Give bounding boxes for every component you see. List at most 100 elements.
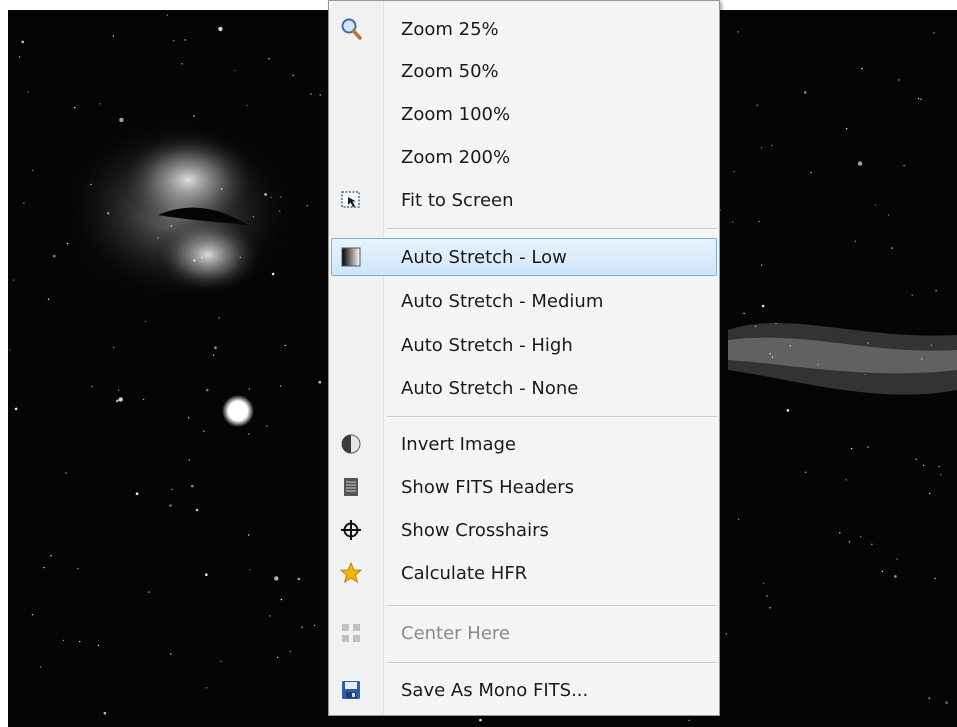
star-point bbox=[917, 97, 920, 100]
star-point bbox=[248, 433, 250, 435]
menu-item-label: Zoom 100% bbox=[401, 104, 511, 125]
menu-item-zoom-25[interactable]: Zoom 25% bbox=[331, 10, 717, 48]
star-point bbox=[79, 640, 81, 643]
star-point bbox=[65, 472, 67, 474]
star-point bbox=[12, 279, 15, 281]
menu-item-label: Auto Stretch - Medium bbox=[401, 291, 604, 312]
menu-item-auto-stretch-low[interactable]: Auto Stretch - Low bbox=[331, 238, 717, 276]
magnifier-icon bbox=[340, 18, 362, 40]
star-point bbox=[239, 256, 241, 258]
menu-item-label: Auto Stretch - High bbox=[401, 335, 573, 356]
star-point bbox=[771, 356, 774, 358]
star-point bbox=[14, 407, 18, 411]
star-point bbox=[23, 202, 25, 204]
star-point bbox=[53, 254, 56, 258]
star-point bbox=[181, 63, 183, 65]
star-point bbox=[881, 570, 883, 573]
star-point bbox=[264, 193, 267, 196]
star-point bbox=[249, 569, 251, 571]
star-point bbox=[915, 458, 917, 460]
menu-item-auto-stretch-medium[interactable]: Auto Stretch - Medium bbox=[331, 282, 717, 320]
star-point bbox=[945, 701, 948, 704]
star-point bbox=[921, 358, 923, 360]
star-point bbox=[938, 465, 940, 468]
star-point bbox=[103, 711, 107, 715]
menu-item-fit-to-screen[interactable]: Fit to Screen bbox=[331, 181, 717, 219]
menu-item-auto-stretch-none[interactable]: Auto Stretch - None bbox=[331, 369, 717, 407]
star-point bbox=[903, 164, 905, 167]
menu-separator bbox=[387, 662, 717, 664]
star-point bbox=[810, 171, 812, 174]
star-point bbox=[135, 492, 139, 496]
star-point bbox=[31, 169, 34, 171]
menu-item-show-fits-headers[interactable]: Show FITS Headers bbox=[331, 468, 717, 506]
star-point bbox=[867, 342, 869, 344]
star-point bbox=[922, 464, 925, 467]
menu-item-auto-stretch-high[interactable]: Auto Stretch - High bbox=[331, 326, 717, 364]
menu-item-label: Zoom 25% bbox=[401, 19, 499, 40]
menu-separator bbox=[387, 605, 717, 607]
star-point bbox=[284, 344, 286, 347]
star-point bbox=[933, 32, 935, 34]
star-point bbox=[911, 294, 913, 296]
star-point bbox=[733, 171, 735, 173]
star-point bbox=[850, 447, 853, 450]
star-point bbox=[725, 633, 727, 635]
star-point bbox=[18, 56, 21, 58]
star-point bbox=[935, 290, 937, 292]
star-point bbox=[845, 479, 847, 481]
star-point bbox=[760, 264, 763, 266]
star-point bbox=[804, 471, 807, 473]
star-point bbox=[775, 322, 777, 325]
star-point bbox=[214, 346, 217, 350]
menu-item-invert-image[interactable]: Invert Image bbox=[331, 425, 717, 463]
star-point bbox=[271, 272, 275, 276]
star-point bbox=[50, 555, 52, 557]
star-point bbox=[769, 607, 771, 609]
star-point bbox=[861, 67, 863, 70]
menu-item-center-here: Center Here bbox=[331, 614, 717, 652]
star-point bbox=[266, 425, 268, 427]
star-point bbox=[188, 459, 190, 461]
star-point bbox=[234, 69, 236, 72]
star-point bbox=[758, 220, 760, 223]
context-menu: Zoom 25% Zoom 50% Zoom 100% Zoom 200% Fi… bbox=[328, 0, 720, 716]
star-point bbox=[220, 188, 223, 190]
menu-item-label: Zoom 50% bbox=[401, 61, 499, 82]
star-point bbox=[117, 389, 120, 391]
menu-item-label: Center Here bbox=[401, 623, 510, 644]
star-point bbox=[248, 388, 250, 390]
menu-item-zoom-50[interactable]: Zoom 50% bbox=[331, 52, 717, 90]
star-point bbox=[756, 104, 758, 107]
star-point bbox=[274, 576, 279, 581]
menu-item-save-as-mono-fits[interactable]: Save As Mono FITS... bbox=[331, 671, 717, 709]
star-point bbox=[928, 697, 930, 699]
star-point bbox=[789, 345, 792, 347]
crosshair-icon bbox=[340, 519, 362, 541]
menu-item-zoom-100[interactable]: Zoom 100% bbox=[331, 95, 717, 133]
star-point bbox=[766, 595, 768, 597]
star-point bbox=[817, 363, 819, 366]
star-point bbox=[755, 325, 757, 328]
star-point bbox=[761, 304, 765, 308]
star-point bbox=[874, 204, 877, 206]
star-point bbox=[173, 40, 175, 42]
star-point bbox=[27, 91, 29, 93]
star-point bbox=[191, 484, 194, 488]
star-point bbox=[116, 399, 119, 403]
star-point bbox=[66, 242, 69, 245]
star-point bbox=[319, 94, 321, 96]
menu-item-label: Invert Image bbox=[401, 434, 516, 455]
star-point bbox=[898, 79, 900, 81]
star-point bbox=[270, 196, 272, 198]
star-point bbox=[920, 98, 922, 100]
menu-item-label: Fit to Screen bbox=[401, 190, 514, 211]
menu-item-zoom-200[interactable]: Zoom 200% bbox=[331, 138, 717, 176]
star-point bbox=[894, 575, 897, 578]
star-point bbox=[280, 598, 283, 601]
menu-item-calculate-hfr[interactable]: Calculate HFR bbox=[331, 554, 717, 592]
menu-item-show-crosshairs[interactable]: Show Crosshairs bbox=[331, 511, 717, 549]
menu-item-label: Auto Stretch - Low bbox=[401, 247, 567, 268]
star-point bbox=[119, 117, 124, 123]
star-point bbox=[760, 147, 763, 149]
